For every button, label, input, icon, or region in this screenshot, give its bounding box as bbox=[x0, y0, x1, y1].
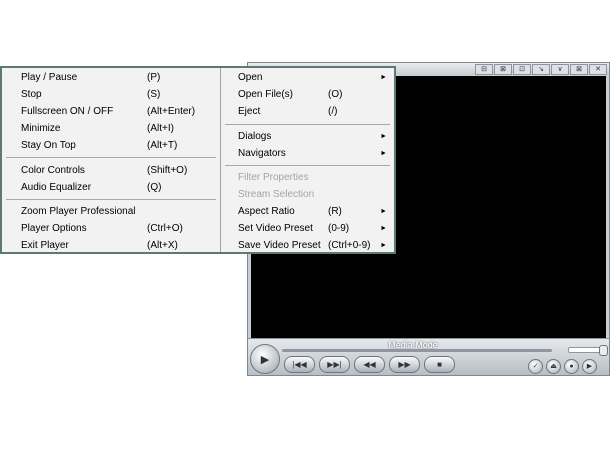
menu-item-shortcut: (0-9) bbox=[328, 223, 350, 234]
menu-item-label: Play / Pause bbox=[21, 72, 78, 83]
context-menu-right-column: Open ► Open File(s) (O) Eject (/) Dialogs ► … bbox=[221, 68, 394, 252]
menu-item-zoom-player-professional[interactable]: Zoom Player Professional bbox=[2, 203, 220, 220]
menu-item-label: Color Controls bbox=[21, 165, 85, 176]
menu-item-label: Open bbox=[238, 72, 263, 83]
menu-item-shortcut: (Q) bbox=[147, 182, 162, 193]
submenu-arrow-icon: ► bbox=[380, 242, 387, 249]
submenu-arrow-icon: ► bbox=[380, 133, 387, 140]
menu-item-shortcut: (Shift+O) bbox=[147, 165, 188, 176]
menu-item-open-files[interactable]: Open File(s) (O) bbox=[221, 86, 394, 103]
menu-item-save-video-preset[interactable]: Save Video Preset (Ctrl+0-9) ► bbox=[221, 237, 394, 254]
menu-separator bbox=[6, 199, 216, 200]
menu-item-shortcut: (Ctrl+0-9) bbox=[328, 240, 371, 251]
fast-forward-button[interactable]: ▶▶ bbox=[389, 356, 420, 373]
menu-item-label: Player Options bbox=[21, 223, 87, 234]
menu-item-label: Audio Equalizer bbox=[21, 182, 92, 193]
menu-item-label: Save Video Preset bbox=[238, 240, 321, 251]
menu-item-minimize[interactable]: Minimize (Alt+I) bbox=[2, 120, 220, 137]
control-bar: ▶ Media Mode |◀◀ ▶▶| ◀◀ ▶▶ ■ ✓ ⏏ ● ▶ bbox=[248, 338, 609, 375]
menu-item-set-video-preset[interactable]: Set Video Preset (0-9) ► bbox=[221, 220, 394, 237]
menu-item-exit-player[interactable]: Exit Player (Alt+X) bbox=[2, 237, 220, 254]
menu-item-label: Open File(s) bbox=[238, 89, 294, 100]
submenu-arrow-icon: ► bbox=[380, 74, 387, 81]
menu-item-shortcut: (P) bbox=[147, 72, 161, 83]
context-menu: Play / Pause (P) Stop (S) Fullscreen ON / … bbox=[0, 66, 396, 254]
volume-slider[interactable] bbox=[568, 345, 608, 356]
menu-item-dialogs[interactable]: Dialogs ► bbox=[221, 128, 394, 145]
menu-item-fullscreen[interactable]: Fullscreen ON / OFF (Alt+Enter) bbox=[2, 103, 220, 120]
menu-item-shortcut: (Ctrl+O) bbox=[147, 223, 183, 234]
menu-item-label: Navigators bbox=[238, 148, 286, 159]
menu-item-stream-selection: Stream Selection bbox=[221, 186, 394, 203]
menu-item-label: Zoom Player Professional bbox=[21, 206, 136, 217]
seek-bar[interactable] bbox=[282, 349, 552, 352]
next-track-button[interactable]: ▶▶| bbox=[319, 356, 350, 373]
menu-item-label: Set Video Preset bbox=[238, 223, 313, 234]
menu-item-shortcut: (Alt+T) bbox=[147, 140, 178, 151]
menu-item-audio-equalizer[interactable]: Audio Equalizer (Q) bbox=[2, 179, 220, 196]
submenu-arrow-icon: ► bbox=[380, 225, 387, 232]
menu-item-shortcut: (O) bbox=[328, 89, 343, 100]
extra-controls: ✓ ⏏ ● ▶ bbox=[528, 359, 597, 374]
context-menu-left-column: Play / Pause (P) Stop (S) Fullscreen ON / … bbox=[2, 68, 221, 252]
menu-item-shortcut: (Alt+I) bbox=[147, 123, 174, 134]
menu-item-stop[interactable]: Stop (S) bbox=[2, 86, 220, 103]
menu-item-shortcut: (Alt+Enter) bbox=[147, 106, 196, 117]
title-button-snap-icon[interactable]: ↘ bbox=[532, 64, 550, 75]
menu-separator bbox=[6, 157, 216, 158]
playlist-button[interactable]: ● bbox=[564, 359, 579, 374]
title-bar-buttons: ⊟ ⊠ ⊡ ↘ ∨ ⊠ ✕ bbox=[475, 64, 607, 75]
menu-item-player-options[interactable]: Player Options (Ctrl+O) bbox=[2, 220, 220, 237]
menu-item-open[interactable]: Open ► bbox=[221, 69, 394, 86]
menu-item-eject[interactable]: Eject (/) bbox=[221, 103, 394, 120]
title-button-menu-icon[interactable]: ∨ bbox=[551, 64, 569, 75]
menu-item-navigators[interactable]: Navigators ► bbox=[221, 145, 394, 162]
menu-item-label: Stop bbox=[21, 89, 42, 100]
menu-item-shortcut: (S) bbox=[147, 89, 161, 100]
play-button[interactable]: ▶ bbox=[250, 344, 280, 374]
title-button-resize-icon[interactable]: ⊡ bbox=[513, 64, 531, 75]
menu-item-shortcut: (Alt+X) bbox=[147, 240, 178, 251]
menu-item-label: Stream Selection bbox=[238, 189, 315, 200]
menu-item-filter-properties: Filter Properties bbox=[221, 169, 394, 186]
menu-item-aspect-ratio[interactable]: Aspect Ratio (R) ► bbox=[221, 203, 394, 220]
menu-item-shortcut: (/) bbox=[328, 106, 338, 117]
menu-item-label: Stay On Top bbox=[21, 140, 76, 151]
menu-item-label: Exit Player bbox=[21, 240, 69, 251]
close-icon[interactable]: ✕ bbox=[589, 64, 607, 75]
transport-controls: |◀◀ ▶▶| ◀◀ ▶▶ ■ bbox=[284, 356, 455, 373]
menu-item-label: Fullscreen ON / OFF bbox=[21, 106, 114, 117]
menu-item-label: Filter Properties bbox=[238, 172, 309, 183]
maximize-icon[interactable]: ⊠ bbox=[570, 64, 588, 75]
menu-item-play-pause[interactable]: Play / Pause (P) bbox=[2, 69, 220, 86]
submenu-arrow-icon: ► bbox=[380, 208, 387, 215]
menu-separator bbox=[225, 124, 390, 125]
frame-button[interactable]: ▶ bbox=[582, 359, 597, 374]
menu-item-stay-on-top[interactable]: Stay On Top (Alt+T) bbox=[2, 137, 220, 154]
menu-item-label: Minimize bbox=[21, 123, 61, 134]
menu-item-color-controls[interactable]: Color Controls (Shift+O) bbox=[2, 162, 220, 179]
volume-knob[interactable] bbox=[599, 345, 608, 356]
menu-item-label: Eject bbox=[238, 106, 261, 117]
menu-separator bbox=[225, 165, 390, 166]
check-button[interactable]: ✓ bbox=[528, 359, 543, 374]
stop-button[interactable]: ■ bbox=[424, 356, 455, 373]
menu-item-shortcut: (R) bbox=[328, 206, 342, 217]
menu-item-label: Aspect Ratio bbox=[238, 206, 295, 217]
menu-item-label: Dialogs bbox=[238, 131, 272, 142]
eject-button[interactable]: ⏏ bbox=[546, 359, 561, 374]
prev-track-button[interactable]: |◀◀ bbox=[284, 356, 315, 373]
title-button-skin-icon[interactable]: ⊟ bbox=[475, 64, 493, 75]
rewind-button[interactable]: ◀◀ bbox=[354, 356, 385, 373]
submenu-arrow-icon: ► bbox=[380, 150, 387, 157]
title-button-pin-icon[interactable]: ⊠ bbox=[494, 64, 512, 75]
